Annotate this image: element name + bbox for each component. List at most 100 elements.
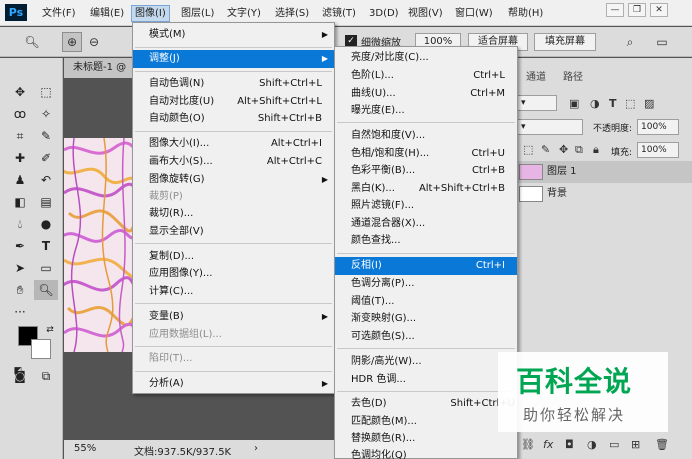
tab-paths[interactable]: 路径 [563,68,583,83]
zoom-out-icon[interactable]: ⊖ [84,32,104,52]
quick-mask-icon[interactable]: ◙ [8,366,32,386]
menu-item-posterize[interactable]: 色调分离(P)... [335,275,517,293]
background-color-swatch[interactable] [31,339,51,359]
menu-item-hue-saturation[interactable]: 色相/饱和度(H)... Ctrl+U [335,145,517,163]
restore-button[interactable]: ❐ [628,3,646,17]
trash-icon[interactable]: 🗑︎ [655,438,669,451]
filter-shape-icon[interactable]: ⬚ [625,97,635,110]
search-icon[interactable]: ⌕ [620,32,640,52]
menu-item-image-rotation[interactable]: 图像旋转(G) ▶ [133,171,334,189]
menu-filter[interactable]: 滤镜(T) [319,5,359,22]
menu-item-apply-image[interactable]: 应用图像(Y)... [133,265,334,283]
menu-item-vibrance[interactable]: 自然饱和度(V)... [335,127,517,145]
filter-adjust-icon[interactable]: ◑ [590,97,600,110]
status-arrow-icon[interactable]: › [254,443,258,454]
eyedropper-icon[interactable]: ✎ [34,126,58,146]
swap-colors-icon[interactable]: ⇄ [38,320,62,340]
lock-artboard-icon[interactable]: ⧉ [575,143,583,157]
fill-screen-button[interactable]: 填充屏幕 [534,33,596,51]
healing-brush-icon[interactable]: ✚ [8,148,32,168]
layer-row[interactable]: 背景 [511,183,692,205]
eraser-icon[interactable]: ◧ [8,192,32,212]
layer-filter-select[interactable]: ▾ [517,95,557,111]
new-layer-icon[interactable]: ⊞ [631,438,640,451]
lasso-tool-icon[interactable]: ꝏ [8,104,32,124]
new-group-icon[interactable]: ▭ [609,438,619,451]
zoom-tool-preset-icon[interactable]: 🔍︎ [22,32,42,52]
crop-tool-icon[interactable]: ⌗ [8,126,32,146]
document-canvas[interactable] [64,138,134,352]
menu-item-channel-mixer[interactable]: 通道混合器(X)... [335,215,517,233]
doc-info[interactable]: 文档:937.5K/937.5K [134,443,231,458]
more-tools-icon[interactable]: ··· [8,302,32,322]
history-brush-icon[interactable]: ↶ [34,170,58,190]
minimize-button[interactable]: — [606,3,624,17]
dodge-tool-icon[interactable]: ● [34,214,58,234]
move-tool-icon[interactable]: ✥ [8,82,32,102]
menu-view[interactable]: 视图(V) [405,5,446,22]
menu-item-photo-filter[interactable]: 照片滤镜(F)... [335,197,517,215]
filter-smart-icon[interactable]: ▨ [644,97,654,110]
adjustment-layer-icon[interactable]: ◑ [587,438,597,451]
menu-layer[interactable]: 图层(L) [178,5,217,22]
menu-item-auto-contrast[interactable]: 自动对比度(U) Alt+Shift+Ctrl+L [133,93,334,111]
blend-mode-select[interactable]: ▾ [517,119,583,135]
menu-item-threshold[interactable]: 阈值(T)... [335,293,517,311]
menu-item-color-balance[interactable]: 色彩平衡(B)... Ctrl+B [335,162,517,180]
menu-item-color-lookup[interactable]: 颜色查找... [335,232,517,250]
blur-tool-icon[interactable]: 💧︎ [8,214,32,234]
menu-item-levels[interactable]: 色阶(L)... Ctrl+L [335,67,517,85]
menu-item-variables[interactable]: 变量(B) ▶ [133,308,334,326]
menu-edit[interactable]: 编辑(E) [87,5,127,22]
menu-item-selective-color[interactable]: 可选颜色(S)... [335,328,517,346]
lock-pixels-icon[interactable]: ⬚ [523,143,533,156]
menu-item-brightness-contrast[interactable]: 亮度/对比度(C)... [335,49,517,67]
menu-3d[interactable]: 3D(D) [366,5,402,22]
fx-button[interactable]: fx [543,438,553,451]
lock-paint-icon[interactable]: ✎ [541,143,550,156]
menu-item-match-color[interactable]: 匹配颜色(M)... [335,413,517,431]
menu-item-desaturate[interactable]: 去色(D) Shift+Ctrl+U [335,395,517,413]
add-mask-icon[interactable]: ◘ [565,438,574,451]
menu-select[interactable]: 选择(S) [272,5,312,22]
fill-input[interactable]: 100% [637,142,679,158]
menu-help[interactable]: 帮助(H) [505,5,546,22]
gradient-tool-icon[interactable]: ▤ [34,192,58,212]
stamp-tool-icon[interactable]: ♟ [8,170,32,190]
marquee-tool-icon[interactable]: ⬚ [34,82,58,102]
menu-item-exposure[interactable]: 曝光度(E)... [335,102,517,120]
pen-tool-icon[interactable]: ✒ [8,236,32,256]
menu-item-adjustments[interactable]: 调整(J) ▶ [133,50,334,68]
menu-item-reveal-all[interactable]: 显示全部(V) [133,223,334,241]
document-tab[interactable]: 未标题-1 @ [64,58,136,78]
menu-item-gradient-map[interactable]: 渐变映射(G)... [335,310,517,328]
workspace-icon[interactable]: ▭ [652,32,672,52]
path-selection-icon[interactable]: ➤ [8,258,32,278]
menu-item-mode[interactable]: 模式(M) ▶ [133,26,334,44]
menu-window[interactable]: 窗口(W) [452,5,496,22]
lock-all-icon[interactable]: 🔒︎ [593,143,599,157]
menu-item-trim[interactable]: 裁切(R)... [133,205,334,223]
filter-pixel-icon[interactable]: ▣ [569,97,579,110]
filter-type-icon[interactable]: T [609,97,617,110]
menu-item-canvas-size[interactable]: 画布大小(S)... Alt+Ctrl+C [133,153,334,171]
menu-item-shadows-highlights[interactable]: 阴影/高光(W)... [335,353,517,371]
screen-mode-icon[interactable]: ⧉ [34,366,58,386]
lock-position-icon[interactable]: ✥ [559,143,568,156]
menu-item-auto-color[interactable]: 自动颜色(O) Shift+Ctrl+B [133,110,334,128]
close-button[interactable]: ✕ [650,3,668,17]
magic-wand-icon[interactable]: ✧ [34,104,58,124]
opacity-input[interactable]: 100% [637,119,679,135]
tab-channels[interactable]: 通道 [526,68,546,83]
menu-item-equalize[interactable]: 色调均化(Q) [335,447,517,459]
shape-tool-icon[interactable]: ▭ [34,258,58,278]
zoom-in-icon[interactable]: ⊕ [62,32,82,52]
menu-item-invert[interactable]: 反相(I) Ctrl+I [335,257,517,275]
layer-row[interactable]: 图层 1 [511,161,692,183]
menu-item-replace-color[interactable]: 替换颜色(R)... [335,430,517,448]
menu-item-hdr-toning[interactable]: HDR 色调... [335,371,517,389]
zoom-tool-icon[interactable]: 🔍︎ [34,280,58,300]
zoom-level[interactable]: 55% [74,443,96,454]
brush-tool-icon[interactable]: ✐ [34,148,58,168]
type-tool-icon[interactable]: T [34,236,58,256]
